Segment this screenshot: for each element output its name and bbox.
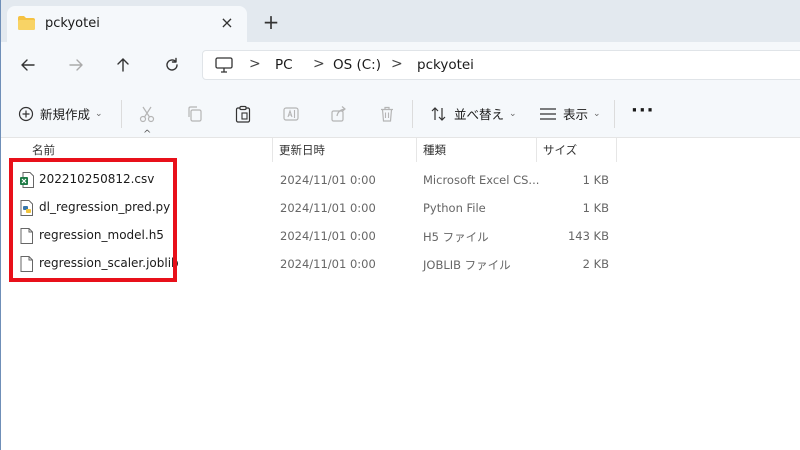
chevron-down-icon: ⌄ [95, 108, 103, 119]
plus-circle-icon [18, 106, 34, 121]
trash-icon [381, 106, 393, 122]
delete-button[interactable] [376, 103, 398, 125]
refresh-icon [166, 57, 178, 71]
excel-csv-icon [20, 172, 34, 188]
chevron-down-icon: ⌄ [593, 108, 601, 119]
file-date: 2024/11/01 0:00 [280, 229, 376, 243]
paste-button[interactable] [232, 103, 254, 125]
breadcrumb-separator: > [391, 56, 403, 72]
file-date: 2024/11/01 0:00 [280, 173, 376, 187]
file-row[interactable]: regression_scaler.joblib 2024/11/01 0:00… [0, 250, 640, 278]
column-header-date[interactable]: 更新日時 [279, 142, 325, 158]
column-divider[interactable] [416, 138, 417, 162]
file-name: 202210250812.csv [39, 172, 155, 186]
python-file-icon [20, 200, 33, 216]
breadcrumb-separator: > [249, 56, 261, 72]
file-size: 1 KB [582, 173, 609, 187]
file-type: Python File [423, 201, 486, 215]
more-options-icon[interactable]: ··· [631, 100, 655, 121]
breadcrumb-separator: > [313, 56, 325, 72]
file-list: ^ 名前 更新日時 種類 サイズ 202210250812.csv 2024/1… [0, 129, 800, 450]
sort-button[interactable]: 並べ替え ⌄ [430, 104, 517, 123]
tab-pckyotei[interactable]: pckyotei × [7, 6, 247, 42]
back-button[interactable] [15, 52, 41, 78]
monitor-icon [215, 57, 233, 73]
view-button[interactable]: 表示 ⌄ [539, 104, 601, 123]
file-name: dl_regression_pred.py [39, 200, 171, 214]
toolbar-divider [121, 100, 122, 128]
file-row[interactable]: 202210250812.csv 2024/11/01 0:00 Microso… [0, 166, 640, 194]
forward-button[interactable] [63, 52, 89, 78]
tab-title: pckyotei [45, 16, 100, 31]
breadcrumb-pc[interactable]: PC [275, 57, 293, 73]
breadcrumb-pckyotei[interactable]: pckyotei [417, 57, 474, 73]
sort-caret-icon: ^ [143, 129, 152, 140]
file-icon [20, 256, 33, 272]
file-type: H5 ファイル [423, 230, 489, 244]
scissors-icon [139, 106, 155, 123]
new-button-label: 新規作成 [40, 107, 91, 122]
address-bar[interactable]: > PC > OS (C:) > pckyotei [202, 50, 800, 80]
file-icon [20, 228, 33, 244]
toolbar-divider [614, 100, 615, 128]
column-divider[interactable] [536, 138, 537, 162]
column-header-type[interactable]: 種類 [423, 142, 446, 158]
tab-strip: pckyotei × + [0, 0, 800, 42]
file-name: regression_model.h5 [39, 228, 164, 242]
arrow-left-icon [21, 59, 35, 71]
file-row[interactable]: regression_model.h5 2024/11/01 0:00 H5 フ… [0, 222, 640, 250]
file-row[interactable]: dl_regression_pred.py 2024/11/01 0:00 Py… [0, 194, 640, 222]
share-button[interactable] [328, 103, 350, 125]
file-size: 143 KB [567, 229, 609, 243]
copy-icon [188, 106, 202, 122]
close-tab-icon[interactable]: × [217, 13, 237, 33]
file-date: 2024/11/01 0:00 [280, 201, 376, 215]
file-size: 2 KB [582, 257, 609, 271]
navigation-bar: > PC > OS (C:) > pckyotei [0, 42, 800, 88]
clipboard-icon [235, 105, 251, 123]
column-divider[interactable] [272, 138, 273, 162]
copy-button[interactable] [184, 103, 206, 125]
sort-arrows-icon [431, 106, 446, 121]
share-icon [331, 106, 346, 122]
arrow-up-icon [117, 58, 129, 72]
column-header-row: ^ 名前 更新日時 種類 サイズ [0, 129, 800, 162]
file-name: regression_scaler.joblib [39, 256, 179, 270]
rename-icon [283, 107, 299, 121]
folder-icon [18, 16, 35, 30]
toolbar-divider [412, 100, 413, 128]
column-header-size[interactable]: サイズ [543, 142, 577, 158]
file-type: JOBLIB ファイル [423, 258, 511, 272]
rename-button[interactable] [280, 103, 302, 125]
view-button-label: 表示 [563, 107, 589, 122]
command-bar: 新規作成 ⌄ 並べ替え ⌄ 表示 ⌄ ··· [0, 88, 800, 138]
refresh-button[interactable] [159, 52, 185, 78]
cut-button[interactable] [136, 103, 158, 125]
column-divider[interactable] [616, 138, 617, 162]
sort-button-label: 並べ替え [454, 107, 505, 122]
arrow-right-icon [69, 59, 83, 71]
column-header-name[interactable]: 名前 [32, 142, 55, 158]
file-date: 2024/11/01 0:00 [280, 257, 376, 271]
view-list-icon [540, 107, 556, 120]
file-size: 1 KB [582, 201, 609, 215]
breadcrumb-os-c[interactable]: OS (C:) [333, 57, 381, 73]
new-tab-button[interactable]: + [260, 12, 282, 34]
chevron-down-icon: ⌄ [509, 108, 517, 119]
file-type: Microsoft Excel CS... [423, 173, 540, 187]
up-button[interactable] [110, 52, 136, 78]
new-button[interactable]: 新規作成 ⌄ [18, 104, 103, 123]
